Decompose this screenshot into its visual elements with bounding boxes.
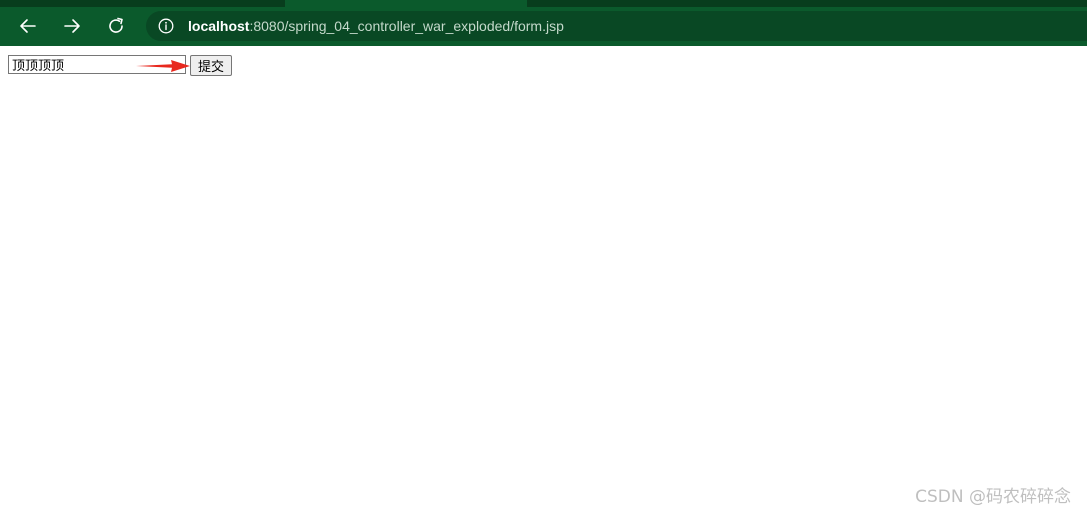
browser-toolbar: localhost:8080/spring_04_controller_war_… bbox=[0, 7, 1087, 46]
submit-button[interactable]: 提交 bbox=[190, 55, 232, 76]
url-host: localhost bbox=[188, 18, 250, 34]
url-text[interactable]: localhost:8080/spring_04_controller_war_… bbox=[188, 18, 564, 34]
address-bar[interactable]: localhost:8080/spring_04_controller_war_… bbox=[146, 11, 1087, 41]
tab-strip bbox=[0, 0, 1087, 7]
watermark: CSDN @码农碎碎念 bbox=[915, 487, 1071, 507]
reload-button[interactable] bbox=[101, 12, 131, 40]
browser-chrome: localhost:8080/spring_04_controller_war_… bbox=[0, 0, 1087, 46]
text-input[interactable] bbox=[8, 55, 186, 74]
arrow-right-icon bbox=[64, 19, 80, 33]
arrow-left-icon bbox=[20, 19, 36, 33]
page-content: 提交 CSDN @码农碎碎念 bbox=[0, 46, 1087, 513]
tab-inactive[interactable] bbox=[0, 0, 285, 7]
forward-button[interactable] bbox=[57, 12, 87, 40]
back-button[interactable] bbox=[13, 12, 43, 40]
info-icon[interactable] bbox=[158, 18, 174, 34]
tab-inactive-right[interactable] bbox=[527, 0, 1087, 7]
reload-icon bbox=[109, 17, 123, 33]
url-path: :8080/spring_04_controller_war_exploded/… bbox=[249, 18, 564, 34]
tab-active[interactable] bbox=[285, 0, 527, 7]
